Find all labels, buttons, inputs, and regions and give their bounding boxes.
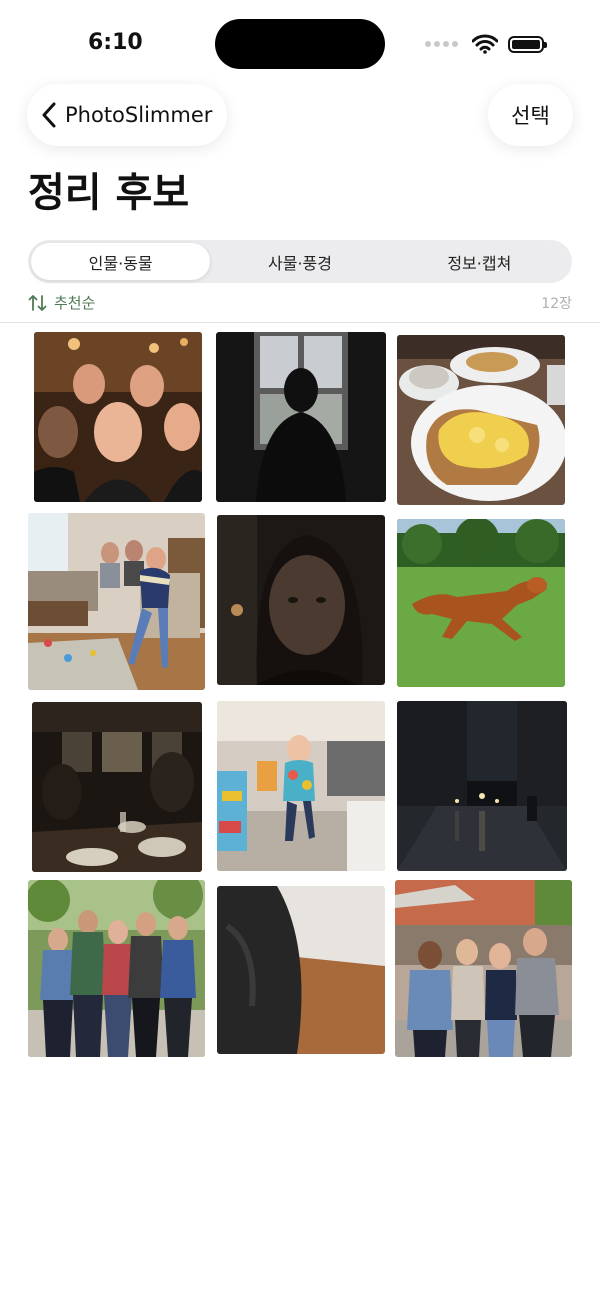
photo-thumbnail[interactable]	[395, 880, 572, 1057]
blurry-floor-image	[217, 886, 385, 1054]
status-icons	[425, 34, 547, 54]
toddler-blurry-image	[217, 701, 385, 871]
battery-level	[512, 39, 540, 49]
friends-patio-image	[395, 880, 572, 1057]
photo-thumbnail[interactable]	[217, 886, 385, 1054]
friends-park-image	[28, 880, 205, 1057]
child-living-room-image	[28, 513, 205, 690]
segment-info-captures[interactable]: 정보·캡쳐	[390, 243, 569, 280]
photo-thumbnail[interactable]	[32, 702, 202, 872]
segment-people-animals[interactable]: 인물·동물	[31, 243, 211, 280]
cellular-signal-icon	[425, 41, 458, 47]
divider	[0, 322, 600, 323]
photo-thumbnail[interactable]	[217, 515, 385, 685]
category-segmented-control: 인물·동물 사물·풍경 정보·캡쳐	[28, 240, 572, 283]
wifi-icon	[472, 34, 498, 54]
back-button-label: PhotoSlimmer	[65, 103, 213, 127]
sort-button[interactable]: 추천순	[28, 292, 95, 313]
back-button[interactable]: PhotoSlimmer	[27, 84, 227, 146]
battery-icon	[508, 35, 547, 53]
photo-thumbnail[interactable]	[397, 335, 565, 505]
select-button[interactable]: 선택	[488, 84, 573, 146]
silhouette-window-image	[216, 332, 386, 502]
photo-count: 12장	[541, 296, 572, 312]
sort-label: 추천순	[54, 294, 96, 312]
page-title: 정리 후보	[28, 170, 190, 216]
dark-restaurant-image	[32, 702, 202, 872]
photo-thumbnail[interactable]	[397, 519, 565, 687]
dark-selfie-image	[217, 515, 385, 685]
photo-thumbnail[interactable]	[34, 332, 202, 502]
group-selfie-bar-image	[34, 332, 202, 502]
photo-thumbnail[interactable]	[28, 513, 205, 690]
photo-thumbnail[interactable]	[28, 880, 205, 1057]
chevron-left-icon	[42, 102, 56, 128]
sort-arrows-icon	[28, 294, 47, 311]
dynamic-island	[215, 19, 385, 69]
photo-thumbnail[interactable]	[216, 332, 386, 502]
status-time: 6:10	[88, 30, 143, 55]
photo-thumbnail[interactable]	[217, 701, 385, 871]
dog-running-grass-image	[397, 519, 565, 687]
eggs-on-toast-image	[397, 335, 565, 505]
segment-objects-scenery[interactable]: 사물·풍경	[210, 243, 389, 280]
photo-thumbnail[interactable]	[397, 701, 567, 871]
night-street-image	[397, 701, 567, 871]
